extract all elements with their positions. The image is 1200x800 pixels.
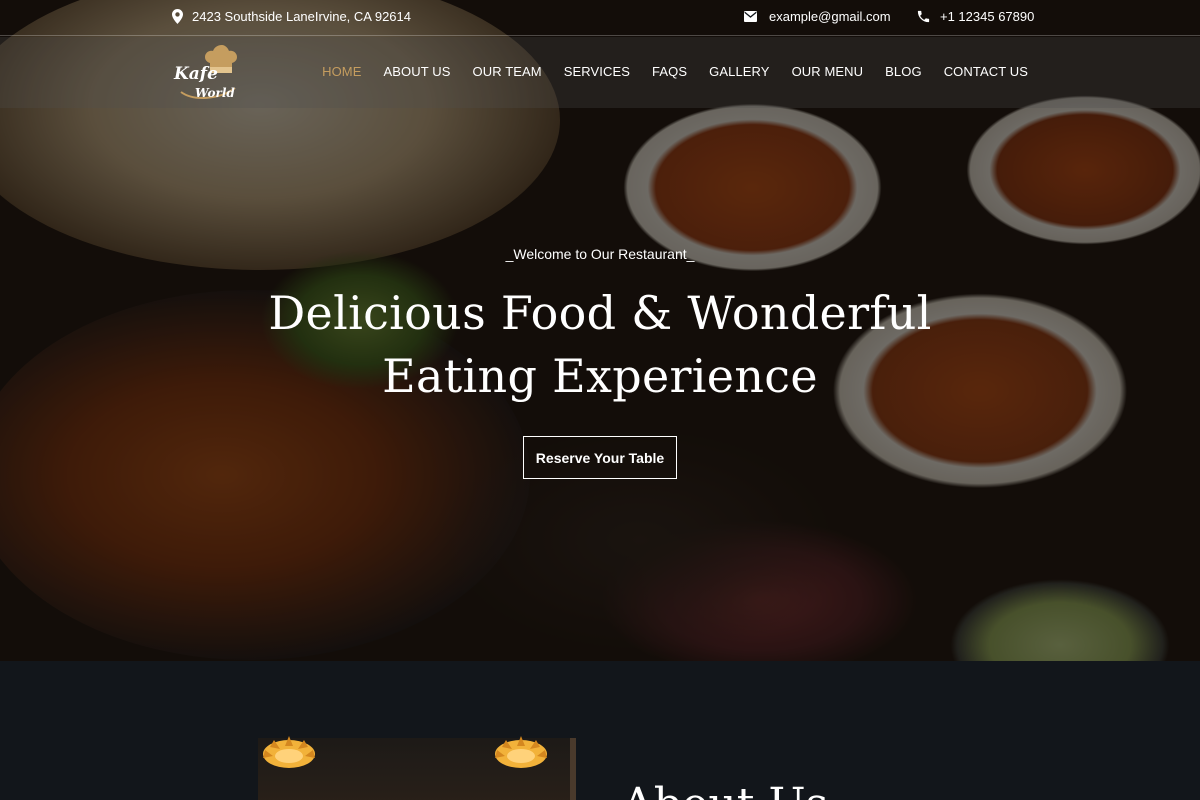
- image-edge: [570, 738, 576, 800]
- top-info-bar: 2423 Southside LaneIrvine, CA 92614 exam…: [0, 0, 1200, 36]
- nav-contact-us[interactable]: CONTACT US: [944, 64, 1028, 79]
- envelope-icon: [744, 11, 757, 22]
- phone-item[interactable]: +1 12345 67890: [916, 9, 1034, 24]
- main-header: Kafe World HOME ABOUT US OUR TEAM SERVIC…: [0, 37, 1200, 108]
- address-item: 2423 Southside LaneIrvine, CA 92614: [172, 9, 411, 24]
- kafe-world-logo[interactable]: Kafe World: [172, 43, 247, 103]
- logo-text-world: World: [195, 86, 235, 100]
- about-image: [258, 736, 576, 800]
- phone-text[interactable]: +1 12345 67890: [940, 9, 1034, 24]
- phone-icon: [916, 9, 931, 24]
- nav-our-menu[interactable]: OUR MENU: [792, 64, 864, 79]
- hero-tagline: _Welcome to Our Restaurant_: [505, 246, 695, 262]
- nav-gallery[interactable]: GALLERY: [709, 64, 769, 79]
- pendant-lamp-icon: [495, 736, 547, 768]
- hero-headline-line2: Eating Experience: [382, 349, 818, 403]
- hero-headline: Delicious Food & Wonderful Eating Experi…: [0, 282, 1200, 408]
- nav-home[interactable]: HOME: [322, 64, 361, 79]
- reserve-table-button[interactable]: Reserve Your Table: [523, 436, 677, 479]
- nav-faqs[interactable]: FAQS: [652, 64, 687, 79]
- about-title: About Us: [622, 779, 828, 800]
- nav-about-us[interactable]: ABOUT US: [384, 64, 451, 79]
- about-section: About Us: [0, 661, 1200, 800]
- hero-headline-line1: Delicious Food & Wonderful: [268, 286, 932, 340]
- main-nav: HOME ABOUT US OUR TEAM SERVICES FAQS GAL…: [322, 64, 1028, 79]
- logo-text-kafe: Kafe: [173, 64, 218, 84]
- nav-our-team[interactable]: OUR TEAM: [473, 64, 542, 79]
- pendant-lamp-icon: [263, 736, 315, 768]
- address-text: 2423 Southside LaneIrvine, CA 92614: [192, 9, 412, 24]
- nav-services[interactable]: SERVICES: [564, 64, 630, 79]
- map-pin-icon: [172, 9, 183, 24]
- email-item[interactable]: example@gmail.com: [744, 9, 891, 24]
- nav-blog[interactable]: BLOG: [885, 64, 922, 79]
- email-text[interactable]: example@gmail.com: [769, 9, 891, 24]
